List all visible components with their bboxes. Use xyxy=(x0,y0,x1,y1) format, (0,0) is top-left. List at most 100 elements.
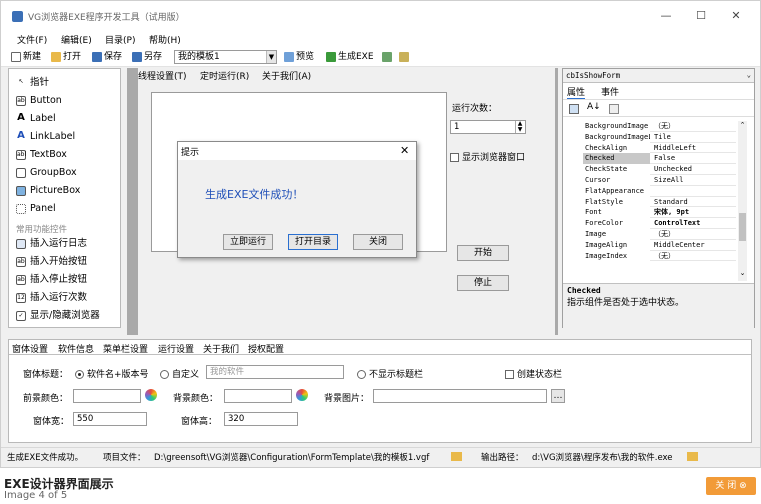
preview-button[interactable]: 预览 xyxy=(284,50,314,64)
radio-custom[interactable]: 自定义 xyxy=(160,367,199,380)
color-picker-icon[interactable] xyxy=(145,389,157,401)
property-value[interactable]: （无） xyxy=(652,251,736,262)
menu-edit[interactable]: 编辑(E) xyxy=(61,33,92,46)
property-row[interactable]: ImageAlign MiddleCenter xyxy=(583,239,736,251)
toolbox-item-pointer[interactable]: ↖ 指针 xyxy=(16,76,49,90)
sort-alpha-icon[interactable]: A↓ xyxy=(587,102,601,112)
property-row[interactable]: Checked False xyxy=(583,153,736,165)
scroll-up-icon[interactable]: ⌃ xyxy=(738,121,747,130)
toolbox-item-textbox[interactable]: abl TextBox xyxy=(16,148,67,162)
create-statusbar-checkbox[interactable]: 创建状态栏 xyxy=(505,367,562,380)
toolbox-item-toggle-browser[interactable]: ✓ 显示/隐藏浏览器 xyxy=(16,309,100,323)
tab-run-settings[interactable]: 运行设置 xyxy=(158,342,194,355)
close-window-button[interactable]: ✕ xyxy=(722,7,750,25)
toolbox-item-linklabel[interactable]: A LinkLabel xyxy=(16,130,75,144)
paste-icon[interactable] xyxy=(399,52,409,62)
property-value[interactable]: 宋体, 9pt xyxy=(652,207,736,218)
tab-software-info[interactable]: 软件信息 xyxy=(58,342,94,355)
categorized-icon[interactable] xyxy=(569,104,579,114)
property-value[interactable]: False xyxy=(652,153,736,164)
scroll-thumb[interactable] xyxy=(739,213,746,241)
folder-icon[interactable] xyxy=(687,452,698,461)
property-value[interactable]: SizeAll xyxy=(652,175,736,186)
toolbox-item-groupbox[interactable]: GroupBox xyxy=(16,166,77,180)
property-row[interactable]: Image （无） xyxy=(583,229,736,240)
custom-title-input[interactable]: 我的软件 xyxy=(206,365,344,379)
tab-properties[interactable]: 属性 xyxy=(567,85,586,100)
generate-exe-button[interactable]: 生成EXE xyxy=(326,50,374,64)
property-value[interactable]: MiddleCenter xyxy=(652,240,736,251)
menu-directory[interactable]: 目录(P) xyxy=(105,33,135,46)
folder-icon[interactable] xyxy=(451,452,462,461)
minimize-button[interactable]: — xyxy=(652,7,680,25)
toolbox-item-panel[interactable]: Panel xyxy=(16,202,56,216)
property-row[interactable]: CheckAlign MiddleLeft xyxy=(583,142,736,154)
tab-menu-settings[interactable]: 菜单栏设置 xyxy=(103,342,148,355)
close-viewer-button[interactable]: 关 闭 ⊗ xyxy=(706,477,756,495)
toolbox-item-insert-start[interactable]: ab 插入开始按钮 xyxy=(16,255,87,269)
run-now-button[interactable]: 立即运行 xyxy=(223,234,273,250)
property-row[interactable]: Cursor SizeAll xyxy=(583,175,736,186)
property-value[interactable]: MiddleLeft xyxy=(652,143,736,154)
open-button[interactable]: 打开 xyxy=(51,50,81,64)
form-menu-schedule[interactable]: 定时运行(R) xyxy=(200,69,249,82)
property-value[interactable]: Tile xyxy=(652,132,736,143)
toolbox-item-insert-count[interactable]: 12 插入运行次数 xyxy=(16,291,87,305)
property-value[interactable]: （无） xyxy=(652,121,736,132)
show-browser-checkbox[interactable]: 显示浏览器窗口 xyxy=(450,150,525,163)
run-count-stepper[interactable]: 1 ▲ ▼ xyxy=(450,120,526,134)
menu-file[interactable]: 文件(F) xyxy=(17,33,47,46)
toolbox-item-label[interactable]: A Label xyxy=(16,112,56,126)
copy-icon[interactable] xyxy=(382,52,392,62)
property-row[interactable]: CheckState Unchecked xyxy=(583,164,736,175)
tab-form-settings[interactable]: 窗体设置 xyxy=(12,342,48,355)
property-row[interactable]: BackgroundImage （无） xyxy=(583,121,736,132)
property-row[interactable]: FlatStyle Standard xyxy=(583,196,736,208)
new-button[interactable]: 新建 xyxy=(11,50,41,64)
stop-button[interactable]: 停止 xyxy=(457,275,509,291)
property-value[interactable]: ControlText xyxy=(652,218,736,229)
property-scrollbar[interactable]: ⌃ ⌄ xyxy=(738,121,747,281)
window-title: VG浏览器EXE程序开发工具（试用版） xyxy=(28,13,185,23)
property-row[interactable]: ForeColor ControlText xyxy=(583,218,736,229)
form-width-input[interactable]: 550 xyxy=(73,412,147,426)
save-button[interactable]: 保存 xyxy=(92,50,122,64)
form-menu-about[interactable]: 关于我们(A) xyxy=(262,69,311,82)
radio-appname-version[interactable]: 软件名+版本号 xyxy=(75,367,149,380)
property-row[interactable]: FlatAppearance xyxy=(583,185,736,197)
property-row[interactable]: Font 宋体, 9pt xyxy=(583,207,736,219)
property-value[interactable]: Standard xyxy=(652,197,736,208)
dialog-close-icon[interactable]: ✕ xyxy=(400,144,409,157)
radio-no-titlebar[interactable]: 不显示标题栏 xyxy=(357,367,423,380)
save-as-button[interactable]: 另存 xyxy=(132,50,162,64)
tab-license[interactable]: 授权配置 xyxy=(248,342,284,355)
start-button[interactable]: 开始 xyxy=(457,245,509,261)
object-selector[interactable]: cbIsShowForm ⌄ xyxy=(563,69,754,83)
form-height-input[interactable]: 320 xyxy=(224,412,298,426)
tab-events[interactable]: 事件 xyxy=(601,85,619,98)
stepper-arrows-icon[interactable]: ▲ ▼ xyxy=(515,121,524,133)
scroll-down-icon[interactable]: ⌄ xyxy=(738,269,747,278)
toolbox-item-picturebox[interactable]: PictureBox xyxy=(16,184,80,198)
open-directory-button[interactable]: 打开目录 xyxy=(288,234,338,250)
toolbox-item-insert-stop[interactable]: ab 插入停止按钮 xyxy=(16,273,87,287)
color-picker-icon[interactable] xyxy=(296,389,308,401)
background-color-input[interactable] xyxy=(224,389,292,403)
property-value[interactable]: （无） xyxy=(652,229,736,240)
menu-help[interactable]: 帮助(H) xyxy=(149,33,181,46)
foreground-color-input[interactable] xyxy=(73,389,141,403)
property-row[interactable]: BackgroundImageLayoutTile xyxy=(583,131,736,143)
form-menu-thread[interactable]: 线程设置(T) xyxy=(138,69,187,82)
template-select[interactable]: 我的模板1 ▼ xyxy=(174,50,277,64)
property-row[interactable]: ImageIndex （无） xyxy=(583,250,736,262)
toolbox-item-button[interactable]: ab Button xyxy=(16,94,62,108)
tab-about[interactable]: 关于我们 xyxy=(203,342,239,355)
maximize-button[interactable]: ☐ xyxy=(687,7,715,25)
toolbox-item-insert-log[interactable]: 插入运行日志 xyxy=(16,237,87,251)
background-image-input[interactable] xyxy=(373,389,547,403)
dialog-close-button[interactable]: 关闭 xyxy=(353,234,403,250)
property-value[interactable]: Unchecked xyxy=(652,164,736,175)
property-pages-icon[interactable] xyxy=(609,104,619,114)
settings-tabs: 窗体设置 软件信息 菜单栏设置 运行设置 关于我们 授权配置 xyxy=(9,340,751,355)
browse-image-button[interactable]: … xyxy=(551,389,565,403)
